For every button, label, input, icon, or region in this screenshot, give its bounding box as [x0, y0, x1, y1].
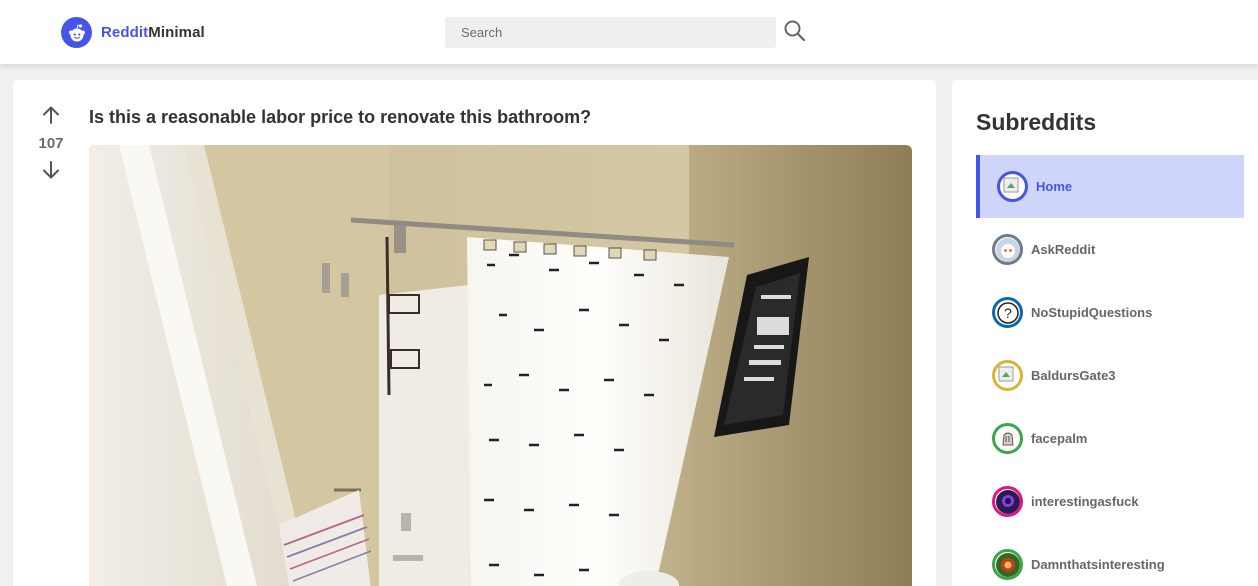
- logo[interactable]: RedditMinimal: [61, 17, 205, 48]
- post-title[interactable]: Is this a reasonable labor price to reno…: [89, 107, 591, 128]
- logo-text: RedditMinimal: [101, 24, 205, 41]
- search-icon[interactable]: [783, 19, 807, 43]
- sidebar-item-baldursgate3[interactable]: BaldursGate3: [976, 344, 1244, 407]
- sidebar-item-label: facepalm: [1031, 431, 1088, 446]
- sidebar-item-label: Home: [1036, 179, 1073, 194]
- logo-text-minimal: Minimal: [148, 24, 205, 41]
- post-card: 107 Is this a reasonable labor price to …: [13, 80, 936, 586]
- question-mark-icon: ?: [992, 297, 1023, 328]
- damnthatsinteresting-avatar-icon: [992, 549, 1023, 580]
- sidebar-item-facepalm[interactable]: facepalm: [976, 407, 1244, 470]
- askreddit-avatar-icon: [992, 234, 1023, 265]
- post-image[interactable]: [89, 145, 912, 586]
- interestingasfuck-avatar-icon: [992, 486, 1023, 517]
- sidebar-item-label: interestingasfuck: [1031, 494, 1139, 509]
- sidebar-item-nostupidquestions[interactable]: ? NoStupidQuestions: [976, 281, 1244, 344]
- sidebar-item-label: BaldursGate3: [1031, 368, 1116, 383]
- vote-count: 107: [38, 135, 64, 152]
- sidebar-item-askreddit[interactable]: AskReddit: [976, 218, 1244, 281]
- sidebar-item-damnthatsinteresting[interactable]: Damnthatsinteresting: [976, 533, 1244, 586]
- top-header: RedditMinimal: [0, 0, 1258, 64]
- downvote-arrow-icon[interactable]: [40, 159, 62, 181]
- sidebar-item-interestingasfuck[interactable]: interestingasfuck: [976, 470, 1244, 533]
- upvote-arrow-icon[interactable]: [40, 104, 62, 126]
- sidebar-item-label: NoStupidQuestions: [1031, 305, 1153, 320]
- svg-text:?: ?: [1004, 305, 1012, 321]
- subreddits-sidebar: Subreddits Home AskReddit ? NoStupidQues…: [952, 80, 1258, 586]
- logo-text-reddit: Reddit: [101, 24, 149, 41]
- sidebar-title: Subreddits: [976, 109, 1097, 135]
- facepalm-avatar-icon: [992, 423, 1023, 454]
- home-avatar-icon: [997, 171, 1028, 202]
- sidebar-item-label: AskReddit: [1031, 242, 1096, 257]
- baldursgate3-avatar-icon: [992, 360, 1023, 391]
- sidebar-item-home[interactable]: Home: [976, 155, 1244, 218]
- sidebar-item-label: Damnthatsinteresting: [1031, 557, 1165, 572]
- search-bar: [445, 17, 806, 48]
- vote-column: 107: [35, 104, 67, 181]
- subreddit-list: Home AskReddit ? NoStupidQuestions Baldu…: [976, 155, 1244, 586]
- search-input[interactable]: [445, 17, 776, 48]
- reddit-alien-icon: [61, 17, 92, 48]
